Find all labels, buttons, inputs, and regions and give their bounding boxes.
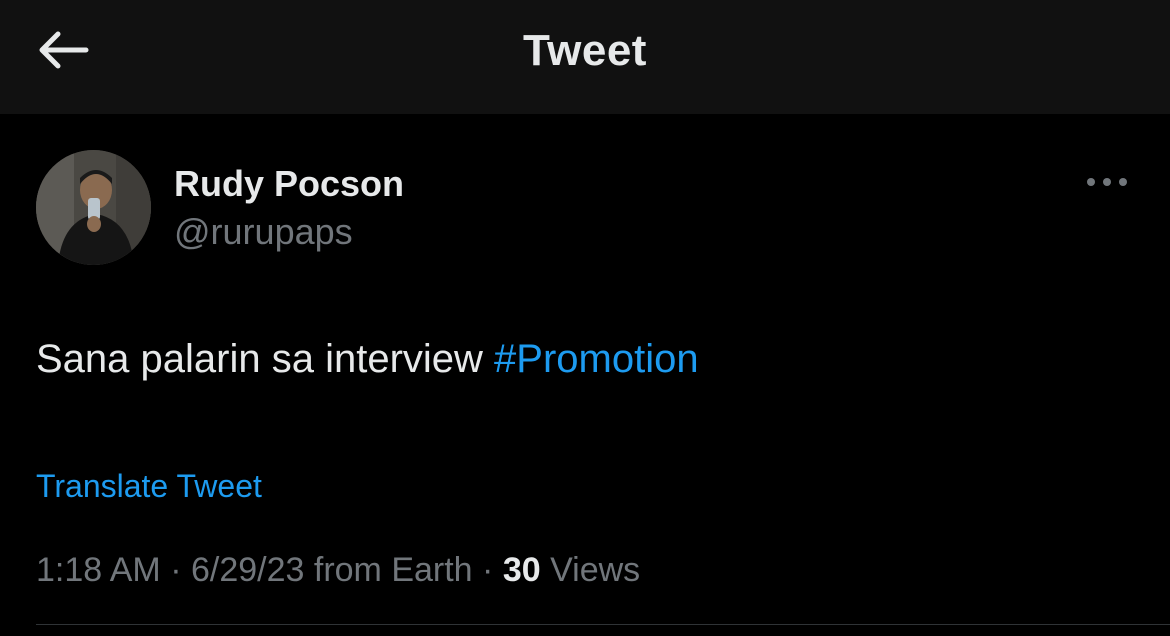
tweet-source: from Earth bbox=[304, 551, 473, 589]
hashtag-link[interactable]: #Promotion bbox=[494, 337, 699, 381]
meta-separator: · bbox=[472, 551, 503, 589]
translate-tweet-link[interactable]: Translate Tweet bbox=[36, 468, 262, 505]
divider bbox=[36, 624, 1170, 625]
profile-photo bbox=[36, 150, 151, 265]
author-handle[interactable]: @rurupaps bbox=[174, 211, 353, 253]
tweet-time[interactable]: 1:18 AM bbox=[36, 551, 161, 589]
tweet-date[interactable]: 6/29/23 bbox=[191, 551, 304, 589]
views-label: Views bbox=[540, 551, 641, 589]
page-title: Tweet bbox=[523, 26, 647, 75]
avatar[interactable] bbox=[36, 150, 151, 265]
ellipsis-icon bbox=[1087, 178, 1127, 186]
more-options-button[interactable] bbox=[1080, 164, 1134, 200]
tweet-metadata: 1:18 AM · 6/29/23 from Earth · 30 Views bbox=[36, 551, 640, 590]
author-display-name[interactable]: Rudy Pocson bbox=[174, 163, 404, 205]
tweet-text: Sana palarin sa interview #Promotion bbox=[36, 337, 699, 382]
top-bar: Tweet bbox=[0, 0, 1170, 114]
views-count[interactable]: 30 bbox=[503, 551, 541, 589]
tweet-body-text: Sana palarin sa interview bbox=[36, 337, 495, 381]
meta-separator: · bbox=[160, 551, 191, 589]
